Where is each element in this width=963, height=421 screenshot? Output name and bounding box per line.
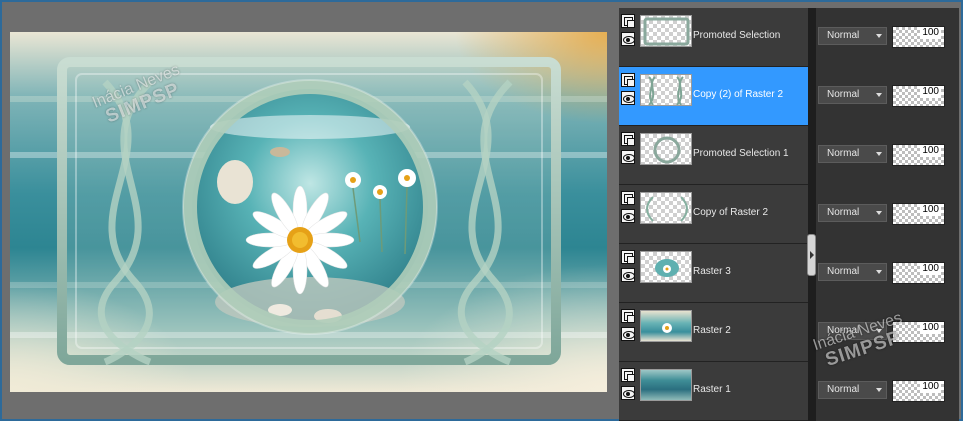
blend-mode-select[interactable]: Normal [818,204,887,222]
layers-panel: Promoted Selection Copy (2) of Raster 2 … [619,8,959,421]
decorative-frame [57,57,561,366]
opacity-value: 100 [920,322,941,334]
opacity-value: 100 [920,27,941,39]
layer-properties-row: Normal 100 [816,126,959,185]
layer-thumbnail [640,74,692,106]
blend-mode-select[interactable]: Normal [818,27,887,45]
layer-name: Raster 2 [693,325,731,336]
blend-mode-value: Normal [827,207,860,218]
panel-divider [808,8,816,421]
layer-thumbnail [640,369,692,401]
layer-link-icon[interactable] [621,250,635,264]
eye-icon[interactable] [621,386,635,400]
eye-icon[interactable] [621,209,635,223]
eye-icon[interactable] [621,32,635,46]
chevron-down-icon [876,388,882,392]
blend-mode-select[interactable]: Normal [818,145,887,163]
opacity-field[interactable]: 100 [892,203,945,225]
opacity-value: 100 [920,145,941,157]
chevron-down-icon [876,270,882,274]
eye-icon[interactable] [621,327,635,341]
layer-properties-row: Normal 100 [816,67,959,126]
blend-mode-select[interactable]: Normal [818,381,887,399]
opacity-field[interactable]: 100 [892,144,945,166]
layer-thumbnail [640,251,692,283]
chevron-down-icon [876,93,882,97]
layer-row[interactable]: Copy (2) of Raster 2 [619,67,808,126]
layer-properties-row: Normal 100 [816,8,959,67]
layer-row[interactable]: Promoted Selection [619,8,808,67]
blend-mode-select[interactable]: Normal [818,263,887,281]
layer-thumbnail [640,310,692,342]
layer-link-icon[interactable] [621,73,635,87]
layer-row[interactable]: Promoted Selection 1 [619,126,808,185]
layer-properties-row: Normal 100 [816,185,959,244]
layer-link-icon[interactable] [621,368,635,382]
eye-icon[interactable] [621,150,635,164]
panel-splitter-handle[interactable] [807,234,816,276]
blend-mode-value: Normal [827,30,860,41]
opacity-value: 100 [920,86,941,98]
opacity-field[interactable]: 100 [892,26,945,48]
layer-name: Promoted Selection [693,30,781,41]
layer-row[interactable]: Raster 2 [619,303,808,362]
layer-name: Raster 3 [693,266,731,277]
layer-row[interactable]: Raster 1 [619,362,808,421]
blend-mode-value: Normal [827,89,860,100]
layer-link-icon[interactable] [621,191,635,205]
layer-link-icon[interactable] [621,14,635,28]
layer-link-icon[interactable] [621,309,635,323]
blend-mode-select[interactable]: Normal [818,86,887,104]
opacity-field[interactable]: 100 [892,380,945,402]
layer-properties-row: Normal 100 [816,303,959,362]
eye-icon[interactable] [621,91,635,105]
layer-thumbnail [640,192,692,224]
layer-name: Copy of Raster 2 [693,207,769,218]
blend-mode-select[interactable]: Normal [818,322,887,340]
opacity-field[interactable]: 100 [892,321,945,343]
layer-properties-row: Normal 100 [816,362,959,421]
layer-thumbnail [640,133,692,165]
blend-mode-value: Normal [827,325,860,336]
chevron-down-icon [876,211,882,215]
layer-name: Promoted Selection 1 [693,148,789,159]
layer-row[interactable]: Raster 3 [619,244,808,303]
layer-link-icon[interactable] [621,132,635,146]
blend-mode-value: Normal [827,148,860,159]
layer-name: Raster 1 [693,384,731,395]
opacity-field[interactable]: 100 [892,262,945,284]
opacity-field[interactable]: 100 [892,85,945,107]
blend-mode-value: Normal [827,384,860,395]
layer-thumbnail [640,15,692,47]
eye-icon[interactable] [621,268,635,282]
layer-row[interactable]: Copy of Raster 2 [619,185,808,244]
chevron-right-icon [810,251,814,259]
opacity-value: 100 [920,263,941,275]
opacity-value: 100 [920,381,941,393]
chevron-down-icon [876,34,882,38]
opacity-value: 100 [920,204,941,216]
image-canvas[interactable]: Inácia Neves SIMPSP [10,32,607,392]
layer-name: Copy (2) of Raster 2 [693,89,784,100]
chevron-down-icon [876,329,882,333]
chevron-down-icon [876,152,882,156]
layer-properties-row: Normal 100 [816,244,959,303]
blend-mode-value: Normal [827,266,860,277]
